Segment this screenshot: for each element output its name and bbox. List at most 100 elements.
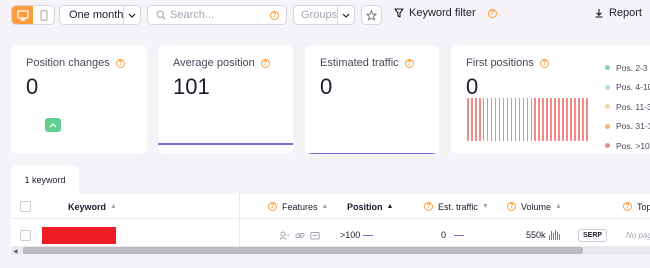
legend-label: Pos. 2-3	[616, 62, 648, 73]
est-traffic-header-label: Est. traffic	[438, 201, 478, 212]
first-positions-day-bar	[494, 98, 497, 141]
period-select[interactable]: One month	[59, 5, 141, 25]
traffic-trend-line	[454, 234, 465, 236]
device-toggle	[11, 5, 55, 25]
help-icon[interactable]: ?	[424, 202, 433, 211]
help-icon[interactable]: ?	[260, 58, 270, 68]
first-positions-day-bar	[574, 98, 576, 141]
legend-label: Pos. >100	[616, 140, 650, 151]
select-all-checkbox[interactable]	[20, 201, 31, 212]
tab-keywords-label: 1 keyword	[24, 175, 66, 185]
legend-label: Pos. 4-10	[616, 82, 650, 93]
help-icon[interactable]: ?	[539, 58, 549, 68]
first-positions-title: First positions	[466, 57, 534, 69]
column-header-position[interactable]: Position ▲	[347, 194, 393, 219]
first-positions-day-bar	[522, 98, 525, 141]
first-positions-legend: Pos. 2-3 Pos. 4-10 Pos. 11-30 Pos. 31-100 Po…	[605, 58, 650, 154]
average-position-title: Average position	[173, 57, 255, 69]
first-positions-day-bar	[570, 98, 572, 141]
features-header-label: Features	[282, 201, 318, 212]
help-icon[interactable]: ?	[268, 202, 277, 211]
mobile-button[interactable]	[33, 6, 54, 24]
help-icon[interactable]: ?	[623, 202, 632, 211]
select-all-cell	[20, 194, 31, 219]
first-positions-day-bar	[562, 98, 564, 141]
tab-keywords[interactable]: 1 keyword	[11, 165, 79, 195]
scroll-left-icon[interactable]: ◀	[13, 248, 18, 255]
toolbar: One month ? Groups Keyword filter ? Repo…	[0, 0, 650, 31]
first-positions-day-bar	[506, 98, 509, 141]
volume-header-label: Volume	[521, 201, 552, 212]
column-header-volume[interactable]: ? Volume ▲	[507, 194, 562, 219]
first-positions-day-bar	[578, 98, 580, 141]
keyword-filter-button[interactable]: Keyword filter ?	[394, 7, 497, 19]
volume-value: 550k	[526, 230, 546, 240]
first-positions-day-bar	[467, 98, 469, 141]
first-positions-value: 0	[466, 74, 479, 99]
volume-trend-bars	[548, 230, 560, 240]
horizontal-scrollbar[interactable]: ◀	[11, 246, 650, 255]
first-positions-day-bar	[474, 98, 477, 141]
first-positions-day-bar	[498, 98, 501, 141]
help-icon[interactable]: ?	[115, 58, 125, 68]
card-title: Average position ?	[173, 57, 270, 69]
help-icon[interactable]: ?	[404, 58, 414, 68]
legend-dot	[605, 84, 610, 90]
report-label: Report	[608, 7, 642, 19]
keyword-redacted[interactable]	[42, 226, 116, 244]
first-positions-day-bar	[530, 98, 533, 141]
position-change-up-badge	[45, 118, 61, 132]
first-positions-day-bar	[534, 98, 537, 141]
card-title: Position changes ?	[26, 57, 125, 69]
column-header-features[interactable]: ? Features ▲	[268, 194, 328, 219]
legend-item[interactable]: Pos. 4-10	[605, 78, 650, 98]
legend-label: Pos. 11-30	[616, 101, 650, 112]
legend-dot	[605, 104, 610, 110]
column-header-est-traffic[interactable]: ? Est. traffic ▼	[424, 194, 489, 219]
first-positions-day-bar	[518, 98, 521, 141]
sort-icon: ▼	[481, 203, 489, 210]
first-positions-day-bar	[550, 98, 552, 141]
report-button[interactable]: Report	[594, 7, 642, 19]
search-help-icon[interactable]: ?	[270, 10, 279, 20]
keyword-filter-help-icon[interactable]: ?	[487, 8, 497, 18]
position-changes-card: Position changes ? 0	[11, 45, 147, 154]
favorites-button[interactable]	[361, 5, 382, 25]
position-trend-line	[363, 234, 374, 236]
legend-item[interactable]: Pos. 31-100	[605, 117, 650, 137]
column-header-keyword[interactable]: Keyword ▲	[68, 194, 117, 219]
chevron-up-icon	[49, 122, 57, 127]
chevron-down-icon[interactable]	[337, 6, 354, 24]
position-changes-title: Position changes	[26, 57, 110, 69]
desktop-button[interactable]	[12, 6, 33, 24]
average-position-value: 101	[173, 74, 210, 99]
search-box: ?	[147, 5, 287, 25]
first-positions-day-bar	[582, 98, 584, 141]
keyword-header-label: Keyword	[68, 201, 107, 212]
first-positions-day-bar	[514, 98, 517, 141]
first-positions-day-bar	[586, 98, 588, 141]
row-checkbox[interactable]	[20, 229, 31, 241]
column-header-top[interactable]: ? Top	[623, 194, 650, 219]
est-traffic-value: 0	[441, 230, 447, 240]
first-positions-day-bar	[470, 98, 473, 141]
legend-item[interactable]: Pos. 2-3	[605, 58, 650, 78]
sort-ascending-icon: ▲	[386, 203, 394, 210]
first-positions-day-bar	[554, 98, 556, 141]
card-title: First positions ?	[466, 57, 549, 69]
groups-select[interactable]: Groups	[293, 5, 355, 25]
legend-item[interactable]: Pos. 11-30	[605, 97, 650, 117]
first-positions-day-bar	[482, 98, 485, 141]
estimated-traffic-value: 0	[320, 74, 333, 99]
help-icon[interactable]: ?	[507, 202, 516, 211]
chevron-down-icon[interactable]	[123, 6, 140, 24]
period-select-value: One month	[69, 9, 124, 21]
legend-item[interactable]: Pos. >100	[605, 136, 650, 154]
scrollbar-thumb[interactable]	[23, 247, 583, 254]
search-input[interactable]	[170, 9, 266, 21]
serp-button[interactable]: SERP	[578, 228, 608, 242]
first-positions-day-bar	[566, 98, 568, 141]
first-positions-day-bar	[542, 98, 544, 141]
mobile-icon	[40, 9, 47, 21]
first-positions-bar-chart	[467, 98, 588, 141]
